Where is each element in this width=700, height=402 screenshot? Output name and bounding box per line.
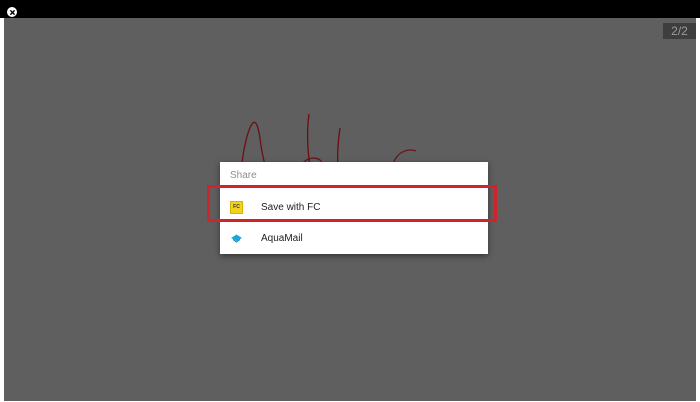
aquamail-icon <box>231 234 242 243</box>
divider <box>220 186 488 187</box>
share-option-label: AquaMail <box>261 233 303 244</box>
share-dialog-title: Share <box>230 170 257 181</box>
share-dialog: Share FC Save with FC AquaMail <box>220 162 488 254</box>
fc-app-icon: FC <box>230 201 243 214</box>
close-icon[interactable] <box>7 7 17 17</box>
top-bar <box>0 0 700 18</box>
share-option-aquamail[interactable]: AquaMail <box>220 223 488 255</box>
page-indicator: 2/2 <box>663 23 696 39</box>
share-option-label: Save with FC <box>261 202 321 213</box>
share-option-save-with-fc[interactable]: FC Save with FC <box>220 192 488 224</box>
